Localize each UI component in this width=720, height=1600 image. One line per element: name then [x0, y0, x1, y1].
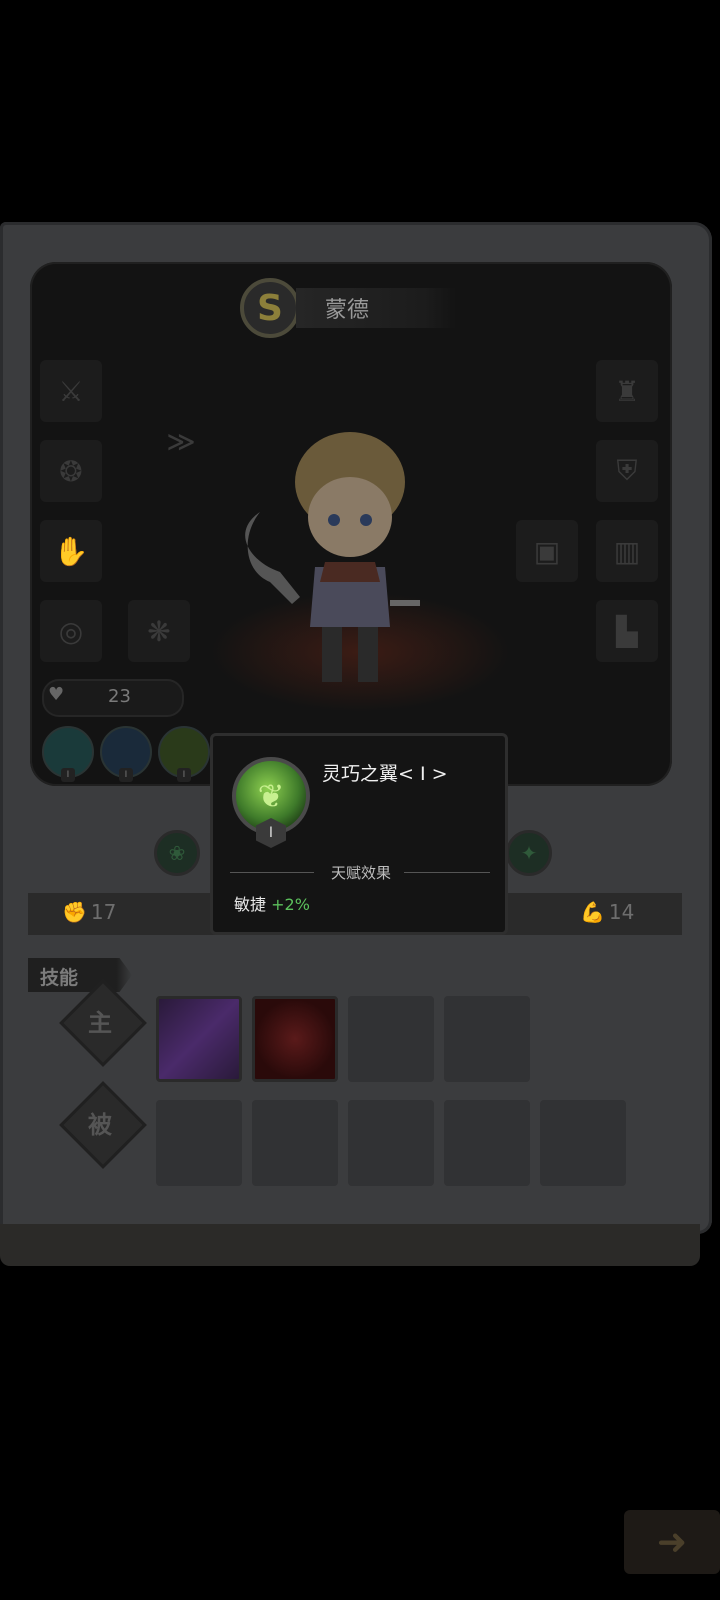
awaken-button[interactable]: ✦	[506, 830, 552, 876]
skill-slot-passive-2[interactable]	[252, 1100, 338, 1186]
muscle-icon: 💪	[580, 900, 605, 924]
divider	[230, 872, 314, 873]
weapon-slot-icon[interactable]: ⚔	[40, 360, 102, 422]
talent-star-icon[interactable]: I	[100, 726, 152, 782]
belt-slot-icon[interactable]: ▣	[516, 520, 578, 582]
fist-icon: ✊	[62, 900, 87, 924]
active-row-label: 主	[88, 1009, 112, 1037]
skill-slot-active-3[interactable]	[348, 996, 434, 1082]
pants-slot-icon[interactable]: ▥	[596, 520, 658, 582]
tooltip-effect-label: 敏捷	[234, 895, 267, 914]
hero-name-ribbon	[296, 288, 456, 328]
skill-slot-active-4[interactable]	[444, 996, 530, 1082]
hero-card-bottom-edge	[0, 1224, 700, 1266]
skill-slot-passive-4[interactable]	[444, 1100, 530, 1186]
skill-slot-passive-3[interactable]	[348, 1100, 434, 1186]
skills-label-text: 技能	[40, 967, 79, 989]
helmet-slot-icon[interactable]: ♜	[596, 360, 658, 422]
tooltip-section-title: 天赋效果	[330, 864, 391, 882]
passive-row-label: 被	[88, 1111, 112, 1139]
fish-decor-icon: ≫	[166, 424, 196, 458]
stat-muscle-value: 14	[608, 900, 635, 924]
tooltip-effect: 敏捷 +2%	[234, 891, 310, 915]
skills-section-label: 技能	[28, 958, 132, 992]
next-arrow-button[interactable]: ➜	[624, 1510, 720, 1574]
power-icon: ♥	[48, 684, 65, 705]
skill-slot-active-1[interactable]	[156, 996, 242, 1082]
talent-wind-icon[interactable]: I	[42, 726, 94, 782]
offhand-slot-icon[interactable]: ❂	[40, 440, 102, 502]
hero-name: 蒙德	[325, 298, 370, 323]
boots-slot-icon[interactable]: ▙	[596, 600, 658, 662]
talent-level: I	[119, 768, 133, 782]
tooltip-effect-value: +2%	[271, 895, 310, 914]
stat-strength-value: 17	[90, 900, 117, 924]
armor-slot-icon[interactable]: ⛨	[596, 440, 658, 502]
skill-slot-passive-5[interactable]	[540, 1100, 626, 1186]
talent-level: I	[61, 768, 75, 782]
hero-grade-badge: S	[240, 278, 300, 338]
skill-slot-passive-1[interactable]	[156, 1100, 242, 1186]
stat-muscle: 💪 14	[580, 900, 634, 924]
skill-slot-active-2[interactable]	[252, 996, 338, 1082]
stat-strength: ✊ 17	[62, 900, 116, 924]
talent-level: I	[177, 768, 191, 782]
hero-character-image	[245, 432, 420, 682]
ring-slot-icon[interactable]: ◎	[40, 600, 102, 662]
divider	[404, 872, 490, 873]
talent-tree-button[interactable]: ❀	[154, 830, 200, 876]
talent-wing-icon[interactable]: I	[158, 726, 210, 782]
amulet-slot-icon[interactable]: ❋	[128, 600, 190, 662]
tooltip-talent-name: 灵巧之翼< I >	[322, 763, 448, 785]
power-value: 23	[108, 686, 131, 707]
glove-slot-icon[interactable]: ✋	[40, 520, 102, 582]
